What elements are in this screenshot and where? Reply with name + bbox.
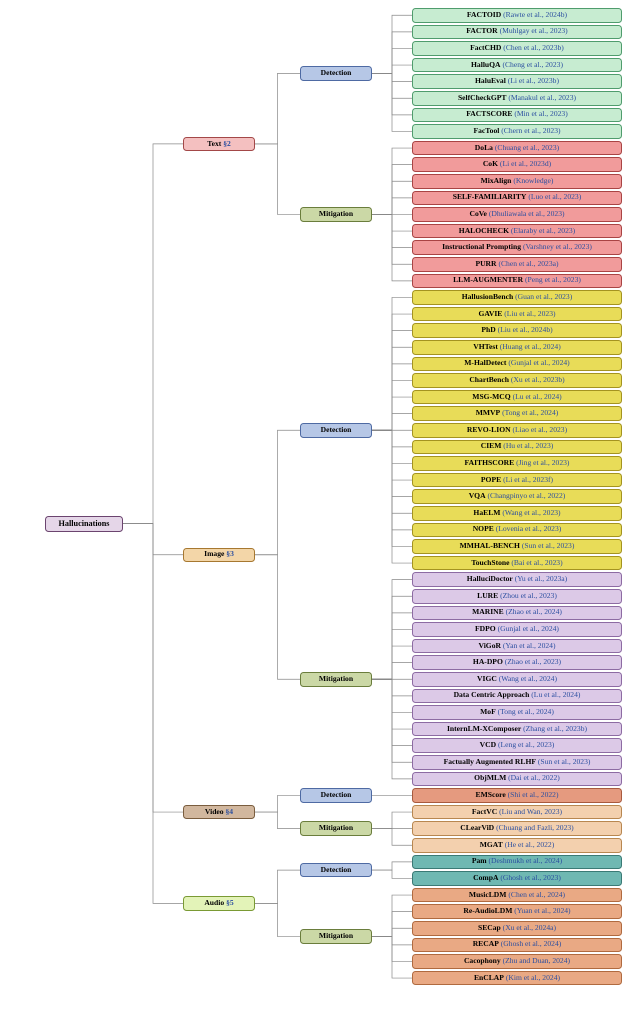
leaf-node: FACTOID (Rawte et al., 2024b) (412, 8, 622, 23)
leaf-node: FacTool (Chern et al., 2023) (412, 124, 622, 139)
category-node: Mitigation (300, 821, 372, 836)
leaf-node: VCD (Leng et al., 2023) (412, 738, 622, 753)
modality-node: Video §4 (183, 805, 255, 820)
leaf-node: Factually Augmented RLHF (Sun et al., 20… (412, 755, 622, 770)
leaf-node: PURR (Chen et al., 2023a) (412, 257, 622, 272)
leaf-node: Data Centric Approach (Lu et al., 2024) (412, 689, 622, 704)
category-node: Detection (300, 66, 372, 81)
leaf-node: MusicLDM (Chen et al., 2024) (412, 888, 622, 903)
leaf-node: GAVIE (Liu et al., 2023) (412, 307, 622, 322)
modality-node: Image §3 (183, 548, 255, 563)
leaf-node: CoK (Li et al., 2023d) (412, 157, 622, 172)
leaf-node: InternLM-XComposer (Zhang et al., 2023b) (412, 722, 622, 737)
leaf-node: FAITHSCORE (Jing et al., 2023) (412, 456, 622, 471)
modality-node: Text §2 (183, 137, 255, 152)
leaf-node: CompA (Ghosh et al., 2023) (412, 871, 622, 886)
leaf-node: SELF-FAMILIARITY (Luo et al., 2023) (412, 191, 622, 206)
category-node: Mitigation (300, 207, 372, 222)
leaf-node: VQA (Changpinyo et al., 2022) (412, 489, 622, 504)
leaf-node: EMScore (Shi et al., 2022) (412, 788, 622, 803)
leaf-node: POPE (Li et al., 2023f) (412, 473, 622, 488)
leaf-node: MARINE (Zhao et al., 2024) (412, 606, 622, 621)
leaf-node: DoLa (Chuang et al., 2023) (412, 141, 622, 156)
leaf-node: RECAP (Ghosh et al., 2024) (412, 938, 622, 953)
leaf-node: CoVe (Dhuliawala et al., 2023) (412, 207, 622, 222)
leaf-node: M-HalDetect (Gunjal et al., 2024) (412, 357, 622, 372)
leaf-node: ViGoR (Yan et al., 2024) (412, 639, 622, 654)
category-node: Detection (300, 788, 372, 803)
leaf-node: VHTest (Huang et al., 2024) (412, 340, 622, 355)
leaf-node: MGAT (He et al., 2022) (412, 838, 622, 853)
leaf-node: MoF (Tong et al., 2024) (412, 705, 622, 720)
leaf-node: VIGC (Wang et al., 2024) (412, 672, 622, 687)
leaf-node: FactVC (Liu and Wan, 2023) (412, 805, 622, 820)
leaf-node: FDPO (Gunjal et al., 2024) (412, 622, 622, 637)
leaf-node: Re-AudioLDM (Yuan et al., 2024) (412, 904, 622, 919)
leaf-node: HalluQA (Cheng et al., 2023) (412, 58, 622, 73)
leaf-node: LURE (Zhou et al., 2023) (412, 589, 622, 604)
leaf-node: FACTOR (Muhlgay et al., 2023) (412, 25, 622, 40)
leaf-node: PhD (Liu et al., 2024b) (412, 323, 622, 338)
leaf-node: Instructional Prompting (Varshney et al.… (412, 240, 622, 255)
leaf-node: MixAlign (Knowledge) (412, 174, 622, 189)
leaf-node: HALOCHECK (Elaraby et al., 2023) (412, 224, 622, 239)
leaf-node: SelfCheckGPT (Manakul et al., 2023) (412, 91, 622, 106)
category-node: Mitigation (300, 672, 372, 687)
modality-node: Audio §5 (183, 896, 255, 911)
leaf-node: ObjMLM (Dai et al., 2022) (412, 772, 622, 787)
leaf-node: NOPE (Lovenia et al., 2023) (412, 523, 622, 538)
leaf-node: HaluEval (Li et al., 2023b) (412, 74, 622, 89)
leaf-node: SECap (Xu et al., 2024a) (412, 921, 622, 936)
leaf-node: MMHAL-BENCH (Sun et al., 2023) (412, 539, 622, 554)
category-node: Mitigation (300, 929, 372, 944)
leaf-node: HallusionBench (Guan et al., 2023) (412, 290, 622, 305)
leaf-node: ChartBench (Xu et al., 2023b) (412, 373, 622, 388)
category-node: Detection (300, 423, 372, 438)
leaf-node: FactCHD (Chen et al., 2023b) (412, 41, 622, 56)
leaf-node: Cacophony (Zhu and Duan, 2024) (412, 954, 622, 969)
leaf-node: HalluciDoctor (Yu et al., 2023a) (412, 572, 622, 587)
leaf-node: TouchStone (Bai et al., 2023) (412, 556, 622, 571)
leaf-node: CIEM (Hu et al., 2023) (412, 440, 622, 455)
leaf-node: Pam (Deshmukh et al., 2024) (412, 855, 622, 870)
leaf-node: CLearViD (Chuang and Fazli, 2023) (412, 821, 622, 836)
leaf-node: MMVP (Tong et al., 2024) (412, 406, 622, 421)
leaf-node: HaELM (Wang et al., 2023) (412, 506, 622, 521)
leaf-node: HA-DPO (Zhao et al., 2023) (412, 655, 622, 670)
leaf-node: LLM-AUGMENTER (Peng et al., 2023) (412, 274, 622, 289)
leaf-node: MSG-MCQ (Lu et al., 2024) (412, 390, 622, 405)
leaf-node: REVO-LION (Liao et al., 2023) (412, 423, 622, 438)
category-node: Detection (300, 863, 372, 878)
root-node: Hallucinations (45, 516, 123, 532)
leaf-node: EnCLAP (Kim et al., 2024) (412, 971, 622, 986)
leaf-node: FACTSCORE (Min et al., 2023) (412, 108, 622, 123)
